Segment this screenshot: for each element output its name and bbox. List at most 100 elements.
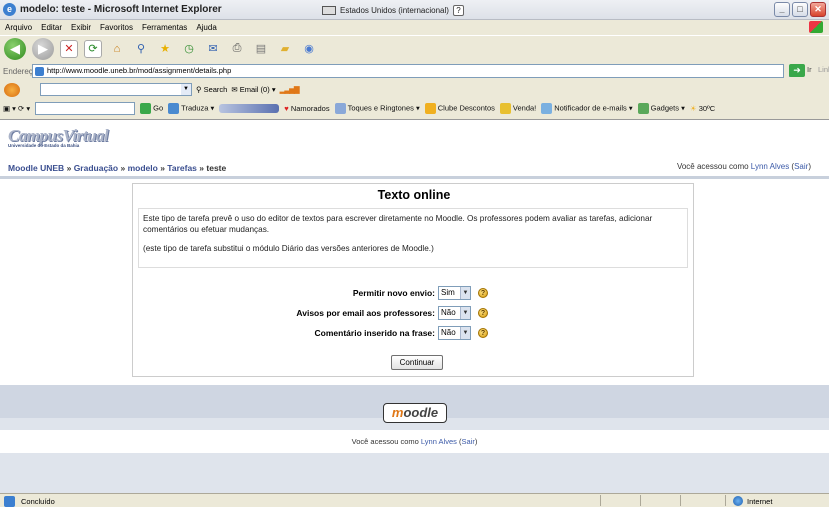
page-icon <box>35 67 44 76</box>
link-venda[interactable]: Venda! <box>499 103 536 114</box>
search-dropdown-icon[interactable]: ▼ <box>181 84 191 95</box>
link-gadgets[interactable]: Gadgets ▾ <box>637 103 685 114</box>
toolbar-logo-icon[interactable] <box>4 82 20 97</box>
links-go-button[interactable]: Go <box>140 103 163 114</box>
messenger-icon[interactable]: ◉ <box>300 40 318 58</box>
breadcrumb-modelo[interactable]: modelo <box>128 163 158 173</box>
avisos-email-label: Avisos por email aos professores: <box>296 308 435 318</box>
signal-bars-icon: ▂▃▅▇ <box>279 85 300 94</box>
email-button[interactable]: ✉ Email (0) ▾ <box>231 85 275 94</box>
links-toolbar: ▣ ▾ ⟳ ▾ Go Traduza ▾ ♥ Namorados Toques … <box>0 100 829 117</box>
progress-slider[interactable] <box>219 104 280 113</box>
assignment-heading: Texto online <box>377 188 451 202</box>
menu-favoritos[interactable]: Favoritos <box>100 23 133 32</box>
breadcrumb-separator: » <box>66 163 72 173</box>
breadcrumb-teste: teste <box>206 163 227 173</box>
history-icon[interactable]: ◷ <box>180 40 198 58</box>
link-notificador[interactable]: Notificador de e-mails ▾ <box>541 103 633 114</box>
user-link[interactable]: Lynn Alves <box>421 437 457 446</box>
menu-editar[interactable]: Editar <box>41 23 62 32</box>
links-button[interactable]: Links <box>818 65 829 74</box>
keyboard-icon <box>322 5 336 15</box>
mail-icon[interactable]: ✉ <box>204 40 222 58</box>
edit-icon[interactable]: ▤ <box>252 40 270 58</box>
search-icon[interactable]: ⚲ <box>132 40 150 58</box>
header-divider <box>0 176 829 179</box>
address-bar: Endereço http://www.moodle.uneb.br/mod/a… <box>0 63 829 79</box>
standard-toolbar: ◀ ▶ ✕ ⟳ ⌂ ⚲ ★ ◷ ✉ ⎙ ▤ ▰ ◉ <box>0 35 829 61</box>
back-button[interactable]: ◀ <box>4 37 26 60</box>
maximize-button[interactable]: □ <box>792 2 808 17</box>
link-clube[interactable]: Clube Descontos <box>424 103 495 114</box>
status-left: Concluído <box>4 496 55 507</box>
folder-icon[interactable]: ▰ <box>276 40 294 58</box>
email-button-label: Email (0) <box>239 85 270 94</box>
permitir-envio-label: Permitir novo envio: <box>352 288 435 298</box>
status-divider <box>725 495 726 506</box>
help-icon[interactable]: ? <box>478 328 488 338</box>
search-button[interactable]: ⚲ Search <box>196 85 227 94</box>
site-header: CampusVirtual Universidade do Estado da … <box>0 120 829 178</box>
campus-virtual-logo[interactable]: CampusVirtual Universidade do Estado da … <box>8 126 118 156</box>
status-divider <box>680 495 681 506</box>
logout-link[interactable]: Sair <box>794 162 808 171</box>
link-clube-label: Clube Descontos <box>437 103 495 113</box>
moodle-logo[interactable]: moodle <box>383 403 447 423</box>
menu-ajuda[interactable]: Ajuda <box>196 23 216 32</box>
translate-button[interactable]: Traduza ▾ <box>168 103 214 114</box>
comentario-label: Comentário inserido na frase: <box>314 328 435 338</box>
toolbar-search-input[interactable]: ▼ <box>40 83 192 96</box>
help-icon[interactable]: ? <box>478 288 488 298</box>
help-icon[interactable]: ? <box>478 308 488 318</box>
address-input[interactable]: http://www.moodle.uneb.br/mod/assignment… <box>32 64 802 78</box>
moodle-logo-rest: oodle <box>403 405 439 420</box>
breadcrumb: Moodle UNEB » Graduação » modelo » Taref… <box>8 163 226 173</box>
go-button[interactable]: Ir <box>807 65 812 74</box>
status-zone: Internet <box>733 496 772 506</box>
comentario-select[interactable]: Não ▼ <box>438 326 471 340</box>
menu-arquivo[interactable]: Arquivo <box>5 23 32 32</box>
page-footer: moodle Você acessou como Lynn Alves (Sai… <box>0 385 829 493</box>
print-icon[interactable]: ⎙ <box>228 40 246 58</box>
description-note: (este tipo de tarefa substitui o módulo … <box>143 244 434 253</box>
breadcrumb-tarefas[interactable]: Tarefas <box>167 163 197 173</box>
avisos-email-select[interactable]: Não ▼ <box>438 306 471 320</box>
permitir-envio-select[interactable]: Sim ▼ <box>438 286 471 300</box>
forward-button[interactable]: ▶ <box>32 37 54 60</box>
close-button[interactable]: ✕ <box>810 2 826 17</box>
status-divider <box>640 495 641 506</box>
minimize-button[interactable]: _ <box>774 2 790 17</box>
go-arrow-icon[interactable]: ➜ <box>789 64 805 77</box>
status-bar: Concluído Internet <box>0 493 829 507</box>
link-gadgets-label: Gadgets <box>650 103 679 113</box>
form-row-comentario: Comentário inserido na frase: Não ▼ ? <box>133 326 695 341</box>
refresh-icon[interactable]: ⟳ <box>84 39 102 58</box>
breadcrumb-separator: » <box>160 163 165 173</box>
logout-link[interactable]: Sair <box>461 437 474 446</box>
user-link[interactable]: Lynn Alves <box>751 162 789 171</box>
keyboard-layout-label: Estados Unidos (internacional) <box>340 5 449 15</box>
favorites-icon[interactable]: ★ <box>156 40 174 58</box>
link-namorados-label: Namorados <box>290 104 330 113</box>
toolbar-options-icon[interactable]: ▣ ▾ ⟳ ▾ <box>3 104 30 113</box>
avisos-email-value: Não <box>441 308 456 317</box>
home-icon[interactable]: ⌂ <box>108 40 126 58</box>
menu-exibir[interactable]: Exibir <box>71 23 91 32</box>
moodle-logo-m: m <box>391 405 404 420</box>
weather-label: 30ºC <box>698 104 716 113</box>
breadcrumb-graduacao[interactable]: Graduação <box>74 163 118 173</box>
weather-widget[interactable]: ☀ 30ºC <box>690 104 715 113</box>
link-toques[interactable]: Toques e Ringtones ▾ <box>334 103 420 114</box>
menu-ferramentas[interactable]: Ferramentas <box>142 23 187 32</box>
chevron-down-icon: ▼ <box>460 287 470 299</box>
status-divider <box>600 495 601 506</box>
link-namorados[interactable]: ♥ Namorados <box>284 104 329 113</box>
links-search-input[interactable] <box>35 102 136 115</box>
stop-icon[interactable]: ✕ <box>60 39 78 58</box>
status-text: Concluído <box>21 497 55 506</box>
help-icon[interactable]: ? <box>452 4 464 16</box>
window-controls: _ □ ✕ <box>774 2 826 17</box>
continue-button[interactable]: Continuar <box>391 355 443 370</box>
breadcrumb-moodle-uneb[interactable]: Moodle UNEB <box>8 163 64 173</box>
language-bar[interactable]: Estados Unidos (internacional) ? <box>322 3 464 17</box>
